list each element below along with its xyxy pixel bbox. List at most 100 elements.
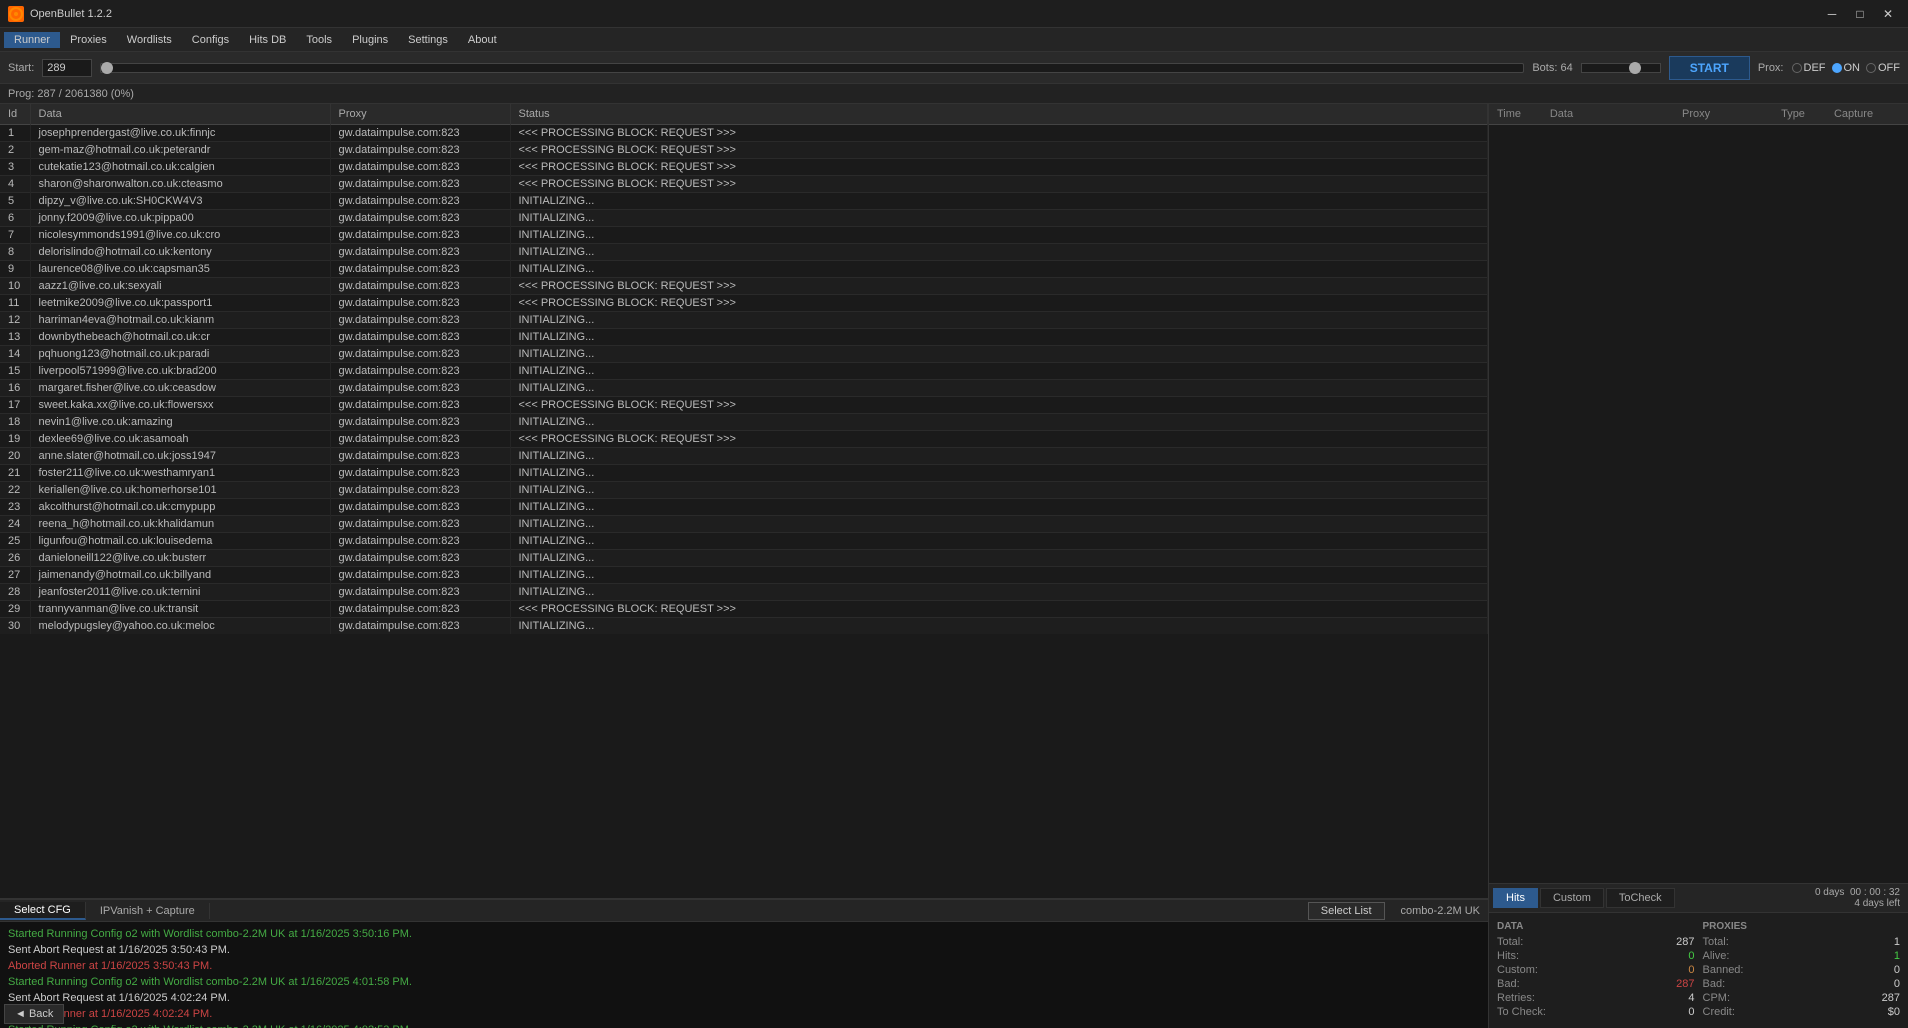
progress-thumb[interactable] — [101, 62, 113, 74]
table-row: 21foster211@live.co.uk:westhamryan1gw.da… — [0, 465, 1488, 482]
menu-proxies[interactable]: Proxies — [60, 32, 117, 48]
bottom-area: Select CFG IPVanish + Capture Select Lis… — [0, 898, 1488, 1028]
cell-data: downbythebeach@hotmail.co.uk:cr — [30, 329, 330, 346]
right-panel: Time Data Proxy Type Capture Hits Custom… — [1488, 104, 1908, 1028]
table-header: Id Data Proxy Status — [0, 104, 1488, 125]
cell-data: jonny.f2009@live.co.uk:pippa00 — [30, 210, 330, 227]
cell-data: margaret.fisher@live.co.uk:ceasdow — [30, 380, 330, 397]
table-row: 8delorislindo@hotmail.co.uk:kentonygw.da… — [0, 244, 1488, 261]
table-row: 2gem-maz@hotmail.co.uk:peterandrgw.datai… — [0, 142, 1488, 159]
menu-hitsdb[interactable]: Hits DB — [239, 32, 296, 48]
table-row: 20anne.slater@hotmail.co.uk:joss1947gw.d… — [0, 448, 1488, 465]
cell-id: 20 — [0, 448, 30, 465]
col-hit-proxy: Proxy — [1682, 108, 1781, 120]
cell-status: <<< PROCESSING BLOCK: REQUEST >>> — [510, 397, 1488, 414]
cell-id: 28 — [0, 584, 30, 601]
select-list-button[interactable]: Select List — [1308, 902, 1385, 920]
cell-data: leetmike2009@live.co.uk:passport1 — [30, 295, 330, 312]
cell-proxy: gw.dataimpulse.com:823 — [330, 346, 510, 363]
cell-data: harriman4eva@hotmail.co.uk:kianm — [30, 312, 330, 329]
cell-proxy: gw.dataimpulse.com:823 — [330, 431, 510, 448]
cell-data: josephprendergast@live.co.uk:finnjc — [30, 125, 330, 142]
proxy-def[interactable]: DEF — [1792, 62, 1826, 74]
cell-status: INITIALIZING... — [510, 567, 1488, 584]
cell-status: INITIALIZING... — [510, 465, 1488, 482]
log-content[interactable]: Started Running Config o2 with Wordlist … — [0, 922, 1488, 1028]
cell-proxy: gw.dataimpulse.com:823 — [330, 448, 510, 465]
proxy-def-radio[interactable] — [1792, 63, 1802, 73]
progress-slider[interactable] — [100, 63, 1524, 73]
table-row: 28jeanfoster2011@live.co.uk:terninigw.da… — [0, 584, 1488, 601]
cell-data: gem-maz@hotmail.co.uk:peterandr — [30, 142, 330, 159]
table-row: 12harriman4eva@hotmail.co.uk:kianmgw.dat… — [0, 312, 1488, 329]
proxy-on[interactable]: ON — [1832, 62, 1861, 74]
log-line: Started Running Config o2 with Wordlist … — [8, 1022, 1480, 1028]
menu-runner[interactable]: Runner — [4, 32, 60, 48]
cell-data: dexlee69@live.co.uk:asamoah — [30, 431, 330, 448]
log-line: Started Running Config o2 with Wordlist … — [8, 926, 1480, 942]
menu-wordlists[interactable]: Wordlists — [117, 32, 182, 48]
table-body: 1josephprendergast@live.co.uk:finnjc gw.d… — [0, 125, 1488, 635]
app-icon — [8, 6, 24, 22]
menu-plugins[interactable]: Plugins — [342, 32, 398, 48]
table-row: 30melodypugsley@yahoo.co.uk:melocgw.data… — [0, 618, 1488, 635]
bots-thumb — [1629, 62, 1641, 74]
table-row: 26danieloneill122@live.co.uk:busterrgw.d… — [0, 550, 1488, 567]
minimize-button[interactable]: ─ — [1820, 5, 1844, 23]
proxy-off-radio[interactable] — [1866, 63, 1876, 73]
table-row: 23akcolthurst@hotmail.co.uk:cmypuppgw.da… — [0, 499, 1488, 516]
tab-config-name[interactable]: IPVanish + Capture — [86, 903, 210, 919]
cell-proxy: gw.dataimpulse.com:823 — [330, 363, 510, 380]
log-line: Aborted Runner at 1/16/2025 3:50:43 PM. — [8, 958, 1480, 974]
table-row: 29trannyvanman@live.co.uk:transitgw.data… — [0, 601, 1488, 618]
menu-about[interactable]: About — [458, 32, 507, 48]
cell-data: akcolthurst@hotmail.co.uk:cmypupp — [30, 499, 330, 516]
stat-custom: Custom: 0 — [1497, 964, 1695, 976]
tab-select-cfg[interactable]: Select CFG — [0, 902, 86, 920]
maximize-button[interactable]: □ — [1848, 5, 1872, 23]
hits-tab-hits[interactable]: Hits — [1493, 888, 1538, 908]
menu-tools[interactable]: Tools — [296, 32, 342, 48]
proxy-off-label: OFF — [1878, 62, 1900, 74]
start-button[interactable]: START — [1669, 56, 1750, 80]
proxy-on-radio[interactable] — [1832, 63, 1842, 73]
cell-proxy: gw.dataimpulse.com:823 — [330, 516, 510, 533]
cell-id: 17 — [0, 397, 30, 414]
cell-proxy: gw.dataimpulse.com:823 — [330, 584, 510, 601]
cell-proxy: gw.dataimpulse.com:823 — [330, 329, 510, 346]
cell-id: 12 — [0, 312, 30, 329]
hits-tab-tocheck[interactable]: ToCheck — [1606, 888, 1675, 908]
cell-status: INITIALIZING... — [510, 414, 1488, 431]
cell-data: pqhuong123@hotmail.co.uk:paradi — [30, 346, 330, 363]
close-button[interactable]: ✕ — [1876, 5, 1900, 23]
menu-settings[interactable]: Settings — [398, 32, 458, 48]
cell-id: 9 — [0, 261, 30, 278]
cell-proxy: gw.dataimpulse.com:823 — [330, 295, 510, 312]
back-button[interactable]: ◄ Back — [4, 1004, 64, 1024]
col-hit-type: Type — [1781, 108, 1834, 120]
log-line: Started Running Config o2 with Wordlist … — [8, 974, 1480, 990]
cell-status: INITIALIZING... — [510, 448, 1488, 465]
cell-id: 18 — [0, 414, 30, 431]
table-row: 17sweet.kaka.xx@live.co.uk:flowersxxgw.d… — [0, 397, 1488, 414]
cell-proxy: gw.dataimpulse.com:823 — [330, 414, 510, 431]
hits-tab-custom[interactable]: Custom — [1540, 888, 1604, 908]
proxy-off[interactable]: OFF — [1866, 62, 1900, 74]
cell-id: 22 — [0, 482, 30, 499]
start-input[interactable] — [42, 59, 92, 77]
cell-proxy: gw.dataimpulse.com:823 — [330, 465, 510, 482]
cell-data: delorislindo@hotmail.co.uk:kentony — [30, 244, 330, 261]
cell-id: 1 — [0, 125, 30, 142]
title-bar: OpenBullet 1.2.2 ─ □ ✕ — [0, 0, 1908, 28]
log-line: Sent Abort Request at 1/16/2025 3:50:43 … — [8, 942, 1480, 958]
cell-status: INITIALIZING... — [510, 193, 1488, 210]
cell-id: 3 — [0, 159, 30, 176]
cell-status: INITIALIZING... — [510, 244, 1488, 261]
hits-content — [1489, 125, 1908, 883]
menu-configs[interactable]: Configs — [182, 32, 239, 48]
bots-slider[interactable] — [1581, 63, 1661, 73]
data-stats: DATA Total: 287 Hits: 0 Custom: 0 Bad: 2… — [1497, 921, 1695, 1020]
table-scroll[interactable]: Id Data Proxy Status 1josephprendergast@… — [0, 104, 1488, 634]
window-controls: ─ □ ✕ — [1820, 5, 1900, 23]
col-time: Time — [1497, 108, 1550, 120]
